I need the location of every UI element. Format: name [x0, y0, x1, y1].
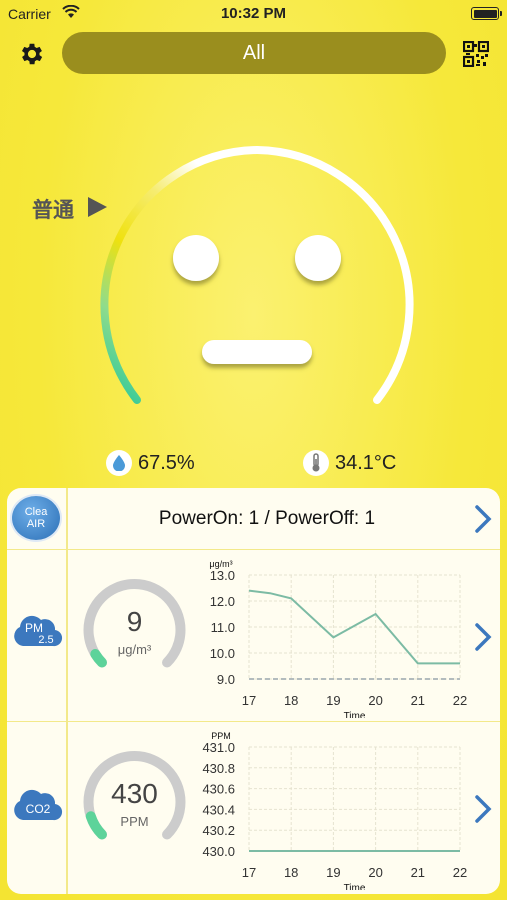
mouth	[202, 340, 312, 364]
x-tick-label: 19	[326, 693, 340, 708]
qr-code-icon[interactable]	[463, 41, 489, 67]
y-tick-label: 430.4	[202, 802, 235, 817]
co2-cloud-label: CO2	[26, 802, 51, 816]
y-tick-label: 430.0	[202, 844, 235, 859]
y-tick-label: 430.8	[202, 761, 235, 776]
x-tick-label: 17	[242, 865, 256, 880]
y-tick-label: 430.6	[202, 782, 235, 797]
x-tick-label: 22	[453, 693, 467, 708]
co2-chart: 431.0 430.8 430.6 430.4 430.2 430.0 17 18 19 20 21…	[202, 731, 467, 890]
pm25-cloud-icon: PM 2.5	[14, 615, 63, 647]
pm25-value: 9	[126, 606, 143, 637]
device-filter-label: All	[242, 42, 266, 64]
x-tick-label: 19	[326, 865, 340, 880]
co2-unit: PPM	[120, 814, 149, 829]
y-tick-label: 11.0	[211, 620, 235, 635]
x-tick-label: 21	[411, 865, 425, 880]
co2-cloud-icon: CO2	[14, 789, 63, 821]
power-row[interactable]: Clea AIR PowerOn: 1 / PowerOff: 1	[7, 488, 500, 550]
pm25-row[interactable]: PM 2.5 9 μg/m³ 13.0 12.0 11.0 10.0 9.0 17 18 19…	[7, 550, 500, 722]
y-axis-title: μg/m³	[209, 559, 232, 569]
x-tick-label: 20	[368, 865, 382, 880]
x-axis-title: Time	[344, 711, 366, 718]
chevron-right-icon[interactable]	[472, 794, 494, 824]
x-tick-label: 18	[284, 693, 298, 708]
co2-value: 430	[111, 778, 158, 809]
temperature-readout: 34.1°C	[303, 450, 396, 476]
status-bar: Carrier 10:32 PM	[0, 0, 507, 28]
humidity-value: 67.5%	[138, 451, 195, 474]
power-status: PowerOn: 1 / PowerOff: 1	[158, 508, 376, 529]
y-tick-label: 431.0	[202, 740, 235, 755]
y-tick-label: 13.0	[210, 568, 235, 583]
cleanair-logo: Clea AIR	[12, 496, 60, 540]
pm25-unit: μg/m³	[117, 642, 152, 657]
gear-icon[interactable]	[18, 40, 46, 68]
water-drop-icon	[106, 450, 132, 476]
device-filter-button[interactable]: All	[62, 32, 446, 74]
pm25-chart: 13.0 12.0 11.0 10.0 9.0 17 18 19 20 21 22 μg/m³ Time	[209, 559, 467, 718]
y-tick-label: 430.2	[202, 823, 235, 838]
x-tick-label: 18	[284, 865, 298, 880]
y-axis-title: PPM	[211, 731, 231, 741]
air-quality-face	[100, 146, 414, 404]
humidity-readout: 67.5%	[106, 450, 195, 476]
chevron-right-icon[interactable]	[472, 504, 494, 534]
pm25-cloud-label: PM	[25, 621, 43, 635]
temperature-value: 34.1°C	[335, 451, 397, 474]
right-eye	[295, 235, 341, 281]
play-arrow-icon	[88, 197, 107, 217]
x-tick-label: 22	[453, 865, 467, 880]
thermometer-icon	[303, 450, 329, 476]
y-tick-label: 12.0	[210, 594, 235, 609]
battery-icon	[471, 7, 502, 20]
x-tick-label: 21	[411, 693, 425, 708]
chevron-right-icon[interactable]	[472, 622, 494, 652]
pm25-cloud-sub: 2.5	[38, 634, 53, 646]
co2-row[interactable]: CO2 430 PPM 431.0 430.8 430.6 430.4 430.2 430…	[7, 722, 500, 894]
sensor-card: Clea AIR PowerOn: 1 / PowerOff: 1 PM 2.5…	[7, 488, 500, 894]
x-tick-label: 17	[242, 693, 256, 708]
x-tick-label: 20	[368, 693, 382, 708]
x-axis-title: Time	[344, 883, 366, 890]
air-level-label: 普通	[32, 198, 74, 222]
clock: 10:32 PM	[220, 5, 287, 22]
left-eye	[173, 235, 219, 281]
y-tick-label: 10.0	[210, 646, 235, 661]
y-tick-label: 9.0	[217, 672, 235, 687]
